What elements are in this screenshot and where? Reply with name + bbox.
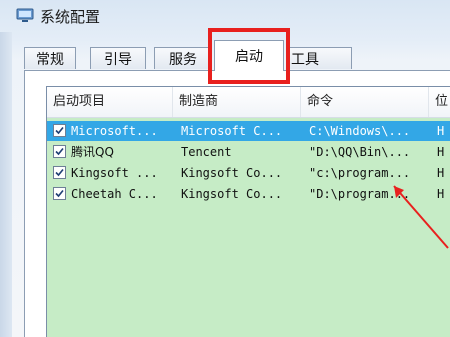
window-title: 系统配置 xyxy=(40,8,101,26)
column-header-command[interactable]: 命令 xyxy=(301,87,429,117)
tab-boot[interactable]: 引导 xyxy=(90,47,146,69)
startup-item-location: H xyxy=(437,145,445,159)
startup-checkbox[interactable] xyxy=(53,187,66,200)
red-arrow-annotation xyxy=(393,185,449,249)
tab-services[interactable]: 服务 xyxy=(154,47,212,69)
column-header-item[interactable]: 启动项目 xyxy=(47,87,173,117)
startup-item-name: 腾讯QQ xyxy=(71,145,114,159)
startup-item-location: H xyxy=(437,124,445,138)
list-header: 启动项目 制造商 命令 位 xyxy=(47,87,450,118)
tab-strip: 常规 引导 服务 启动 工具 xyxy=(24,40,450,71)
list-item[interactable]: Microsoft... Microsoft C... C:\Windows\.… xyxy=(47,121,450,141)
column-header-location[interactable]: 位 xyxy=(429,87,450,117)
tab-tools[interactable]: 工具 xyxy=(286,47,352,69)
startup-item-command: C:\Windows\... xyxy=(309,124,411,138)
startup-item-manufacturer: Tencent xyxy=(181,145,232,159)
system-config-window: 系统配置 常规 引导 服务 启动 工具 启动项目 制造商 命令 位 Micros… xyxy=(0,0,450,337)
startup-item-manufacturer: Kingsoft Co... xyxy=(181,166,283,180)
list-item[interactable]: 腾讯QQ Tencent "D:\QQ\Bin\... H xyxy=(47,142,450,162)
startup-item-manufacturer: Microsoft C... xyxy=(181,124,283,138)
startup-item-name: Kingsoft ... xyxy=(71,166,158,180)
column-header-manufacturer[interactable]: 制造商 xyxy=(173,87,301,117)
startup-checkbox[interactable] xyxy=(53,145,66,158)
startup-checkbox[interactable] xyxy=(53,124,66,137)
startup-checkbox[interactable] xyxy=(53,166,66,179)
computer-icon xyxy=(16,8,34,23)
startup-item-command: "D:\QQ\Bin\... xyxy=(309,145,411,159)
tab-general[interactable]: 常规 xyxy=(24,47,76,69)
startup-item-name: Cheetah C... xyxy=(71,187,158,201)
window-frame-edge xyxy=(0,32,12,337)
startup-item-manufacturer: Kingsoft Co... xyxy=(181,187,283,201)
title-bar: 系统配置 xyxy=(0,0,450,32)
startup-item-name: Microsoft... xyxy=(71,124,158,138)
tab-startup[interactable]: 启动 xyxy=(214,40,284,71)
